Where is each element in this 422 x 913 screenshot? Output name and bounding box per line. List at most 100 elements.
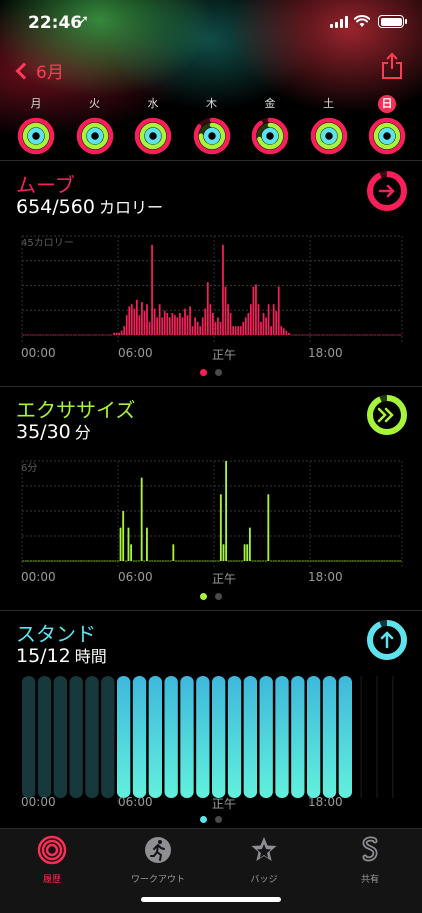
move-section[interactable]: ムーブ 654/560 カロリー 45カロリー 00:00 06:00 正午 18… xyxy=(0,160,422,386)
move-bar xyxy=(143,310,146,335)
day-label: 月 xyxy=(30,97,42,110)
exercise-bar xyxy=(40,560,43,562)
stand-value: 15/12 時間 xyxy=(16,643,107,667)
move-bar xyxy=(242,321,245,335)
move-bar xyxy=(87,334,90,336)
move-bar xyxy=(95,334,98,336)
exercise-page-dots[interactable] xyxy=(0,593,422,600)
move-bar xyxy=(80,334,83,336)
move-bar xyxy=(232,326,234,335)
move-bar xyxy=(123,326,126,335)
exercise-bar xyxy=(180,560,183,562)
page-dot[interactable] xyxy=(215,816,222,823)
day-3[interactable]: 木 xyxy=(190,92,234,158)
move-bar xyxy=(260,321,262,335)
back-label: 6月 xyxy=(36,63,64,83)
stand-section[interactable]: スタンド 15/12 時間 00:00 06:00 正午 18:00 xyxy=(0,610,422,828)
exercise-bar xyxy=(325,560,328,562)
move-bar xyxy=(320,334,323,336)
stand-bar xyxy=(180,676,194,798)
page-dot-active[interactable] xyxy=(200,369,207,376)
share-icon[interactable] xyxy=(380,52,404,80)
move-bar xyxy=(100,334,103,336)
tab-history[interactable]: 履歴 xyxy=(7,835,97,885)
stand-chart xyxy=(22,676,394,804)
exercise-bar xyxy=(322,560,325,562)
stand-ring-icon[interactable] xyxy=(366,619,408,661)
exercise-bar xyxy=(320,560,323,562)
move-axis-t1: 06:00 xyxy=(118,346,153,360)
move-bar xyxy=(366,334,369,336)
exercise-bar xyxy=(309,560,312,562)
stand-bar xyxy=(243,676,257,798)
tab-workout[interactable]: ワークアウト xyxy=(113,835,203,885)
page-dot-active[interactable] xyxy=(200,593,207,600)
move-bar xyxy=(128,306,131,335)
day-2[interactable]: 水 xyxy=(131,92,175,158)
move-bar xyxy=(189,306,191,335)
day-4[interactable]: 金 xyxy=(248,92,292,158)
stand-value-unit: 時間 xyxy=(74,647,107,666)
exercise-bar xyxy=(388,560,391,562)
move-bar xyxy=(120,330,123,335)
exercise-bar xyxy=(66,560,69,562)
exercise-bar xyxy=(367,560,370,562)
exercise-section[interactable]: エクササイズ 35/30 分 6分 00:00 06:00 正午 18:00 xyxy=(0,386,422,610)
day-0[interactable]: 月 xyxy=(14,92,58,158)
move-bar xyxy=(37,334,40,336)
back-button[interactable]: 6月 xyxy=(14,58,64,83)
move-bar xyxy=(295,334,298,336)
exercise-axis-t0: 00:00 xyxy=(21,570,56,584)
stand-axis-t1: 06:00 xyxy=(118,795,153,809)
move-bar xyxy=(67,334,70,336)
stand-bar xyxy=(164,676,178,798)
move-axis-t2: 正午 xyxy=(212,348,237,362)
exercise-bar xyxy=(217,560,220,562)
exercise-bar xyxy=(304,560,307,562)
page-dot-active[interactable] xyxy=(200,816,207,823)
exercise-bar xyxy=(346,560,349,562)
tab-sharing[interactable]: 共有 xyxy=(325,835,415,885)
day-6[interactable]: 日 xyxy=(365,92,409,158)
stand-ring-progress xyxy=(144,127,162,145)
move-value-unit: カロリー xyxy=(98,198,163,217)
exercise-bar xyxy=(212,560,215,562)
day-label: 木 xyxy=(206,97,217,110)
wifi-icon xyxy=(354,14,370,27)
exercise-axis-t3: 18:00 xyxy=(308,570,343,584)
exercise-bar xyxy=(72,560,75,562)
move-bar xyxy=(303,334,306,336)
move-bar xyxy=(113,332,115,335)
exercise-ring-icon[interactable] xyxy=(366,394,408,436)
move-bar xyxy=(138,315,141,335)
move-bar xyxy=(156,317,158,335)
move-bar xyxy=(103,334,105,336)
page-dot[interactable] xyxy=(215,369,222,376)
move-bar xyxy=(293,334,295,336)
exercise-bar xyxy=(312,560,315,562)
move-bar xyxy=(90,334,93,336)
day-activity-rings-icon xyxy=(76,117,113,155)
move-bar xyxy=(34,334,37,336)
exercise-bar xyxy=(132,560,135,562)
move-bar xyxy=(351,334,354,336)
day-5[interactable]: 土 xyxy=(307,92,351,158)
exercise-bar xyxy=(153,560,156,562)
move-page-dots[interactable] xyxy=(0,369,422,376)
stand-page-dots[interactable] xyxy=(0,816,422,823)
move-bar xyxy=(224,286,227,335)
exercise-bar xyxy=(233,560,236,562)
move-bar xyxy=(217,317,219,335)
day-1[interactable]: 火 xyxy=(73,92,117,158)
page-dot[interactable] xyxy=(215,593,222,600)
move-ring-icon[interactable] xyxy=(366,170,408,212)
tab-badges[interactable]: バッジ xyxy=(219,835,309,885)
exercise-bar xyxy=(267,494,270,561)
move-bar xyxy=(70,334,73,336)
move-bar xyxy=(148,321,151,335)
move-bar xyxy=(115,332,118,335)
exercise-value-number: 35/30 xyxy=(16,421,71,443)
move-bar xyxy=(174,315,176,335)
exercise-bar xyxy=(58,560,61,562)
day-label: 土 xyxy=(323,97,334,110)
